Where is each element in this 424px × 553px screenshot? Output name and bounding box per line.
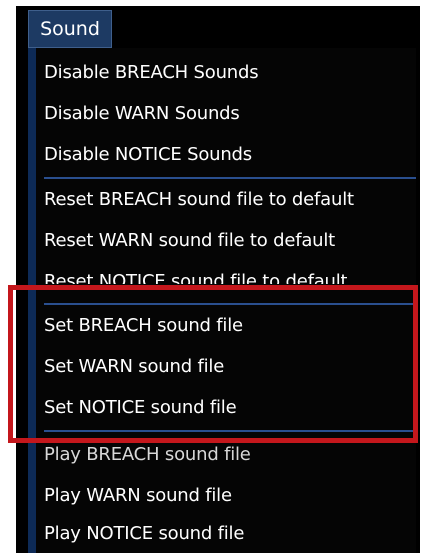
menu-item-play-notice-sound[interactable]: Play NOTICE sound file [44, 522, 244, 546]
menu-item-disable-notice-sounds[interactable]: Disable NOTICE Sounds [44, 143, 252, 167]
menu-item-disable-breach-sounds[interactable]: Disable BREACH Sounds [44, 61, 259, 85]
menu-separator [44, 177, 416, 179]
menu-item-reset-warn-sound[interactable]: Reset WARN sound file to default [44, 229, 335, 253]
menu-item-reset-breach-sound[interactable]: Reset BREACH sound file to default [44, 188, 354, 212]
menu-item-disable-warn-sounds[interactable]: Disable WARN Sounds [44, 102, 240, 126]
highlight-annotation-box [8, 285, 418, 443]
menu-item-play-breach-sound[interactable]: Play BREACH sound file [44, 443, 251, 467]
menu-item-reset-notice-sound[interactable]: Reset NOTICE sound file to default [44, 270, 347, 284]
menu-item-play-warn-sound[interactable]: Play WARN sound file [44, 484, 232, 508]
sound-menu-title[interactable]: Sound [28, 10, 112, 48]
